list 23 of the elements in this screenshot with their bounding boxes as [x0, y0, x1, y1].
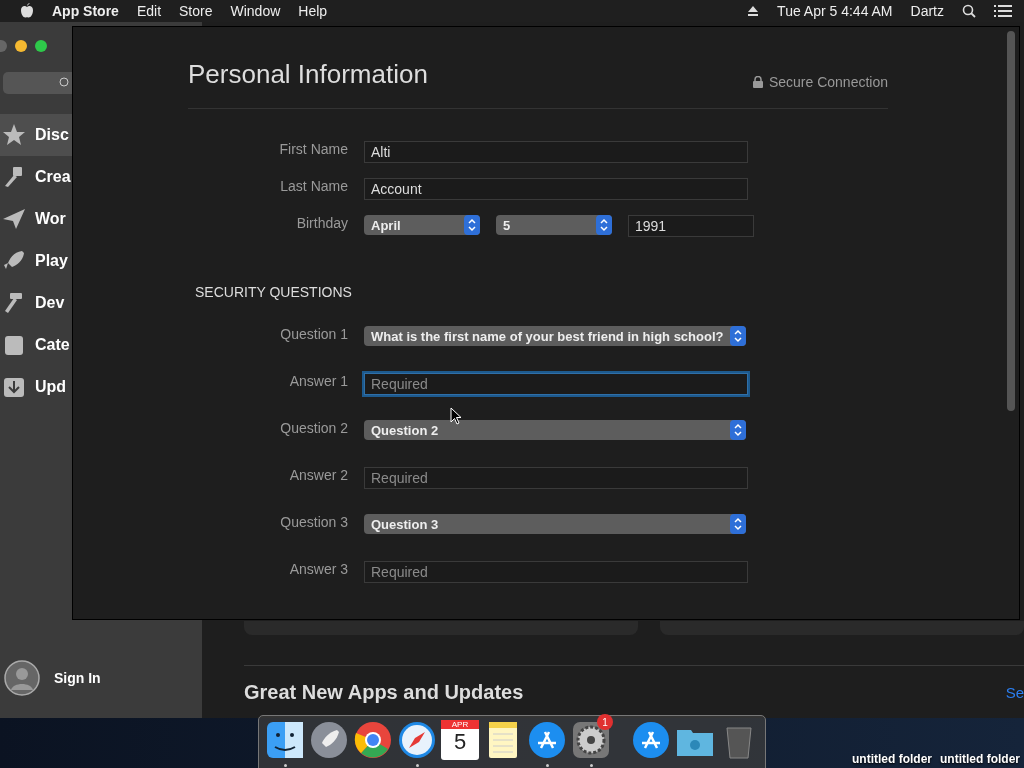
- field-label: Question 1: [279, 326, 348, 342]
- sidebar-item-label: Wor: [35, 210, 66, 228]
- field-label: Answer 2: [288, 467, 348, 483]
- field-label: Question 3: [279, 514, 348, 530]
- field-label: Answer 1: [288, 373, 348, 389]
- sidebar-item-label: Dev: [35, 294, 65, 312]
- section-title: Great New Apps and Updates: [244, 680, 524, 704]
- field-label: First Name: [278, 141, 348, 157]
- secure-connection-label: Secure Connection: [768, 74, 888, 90]
- field-label: Birthday: [295, 215, 348, 231]
- sidebar-item-label: Cate: [35, 336, 70, 354]
- sidebar-item-label: Crea: [35, 168, 71, 186]
- sidebar-item-label: Disc: [35, 126, 69, 144]
- field-label: Answer 3: [288, 561, 348, 577]
- field-label: Question 2: [279, 420, 348, 436]
- field-label: Last Name: [279, 178, 348, 194]
- sidebar-item-label: Upd: [35, 378, 67, 396]
- calendar-day: 5: [453, 729, 467, 755]
- notification-badge: 1: [597, 714, 613, 730]
- section-heading: SECURITY QUESTIONS: [195, 284, 353, 300]
- sheet-title: Personal Information: [188, 59, 428, 90]
- sidebar-item-label: Play: [35, 252, 68, 270]
- calendar-month: APR: [441, 720, 479, 729]
